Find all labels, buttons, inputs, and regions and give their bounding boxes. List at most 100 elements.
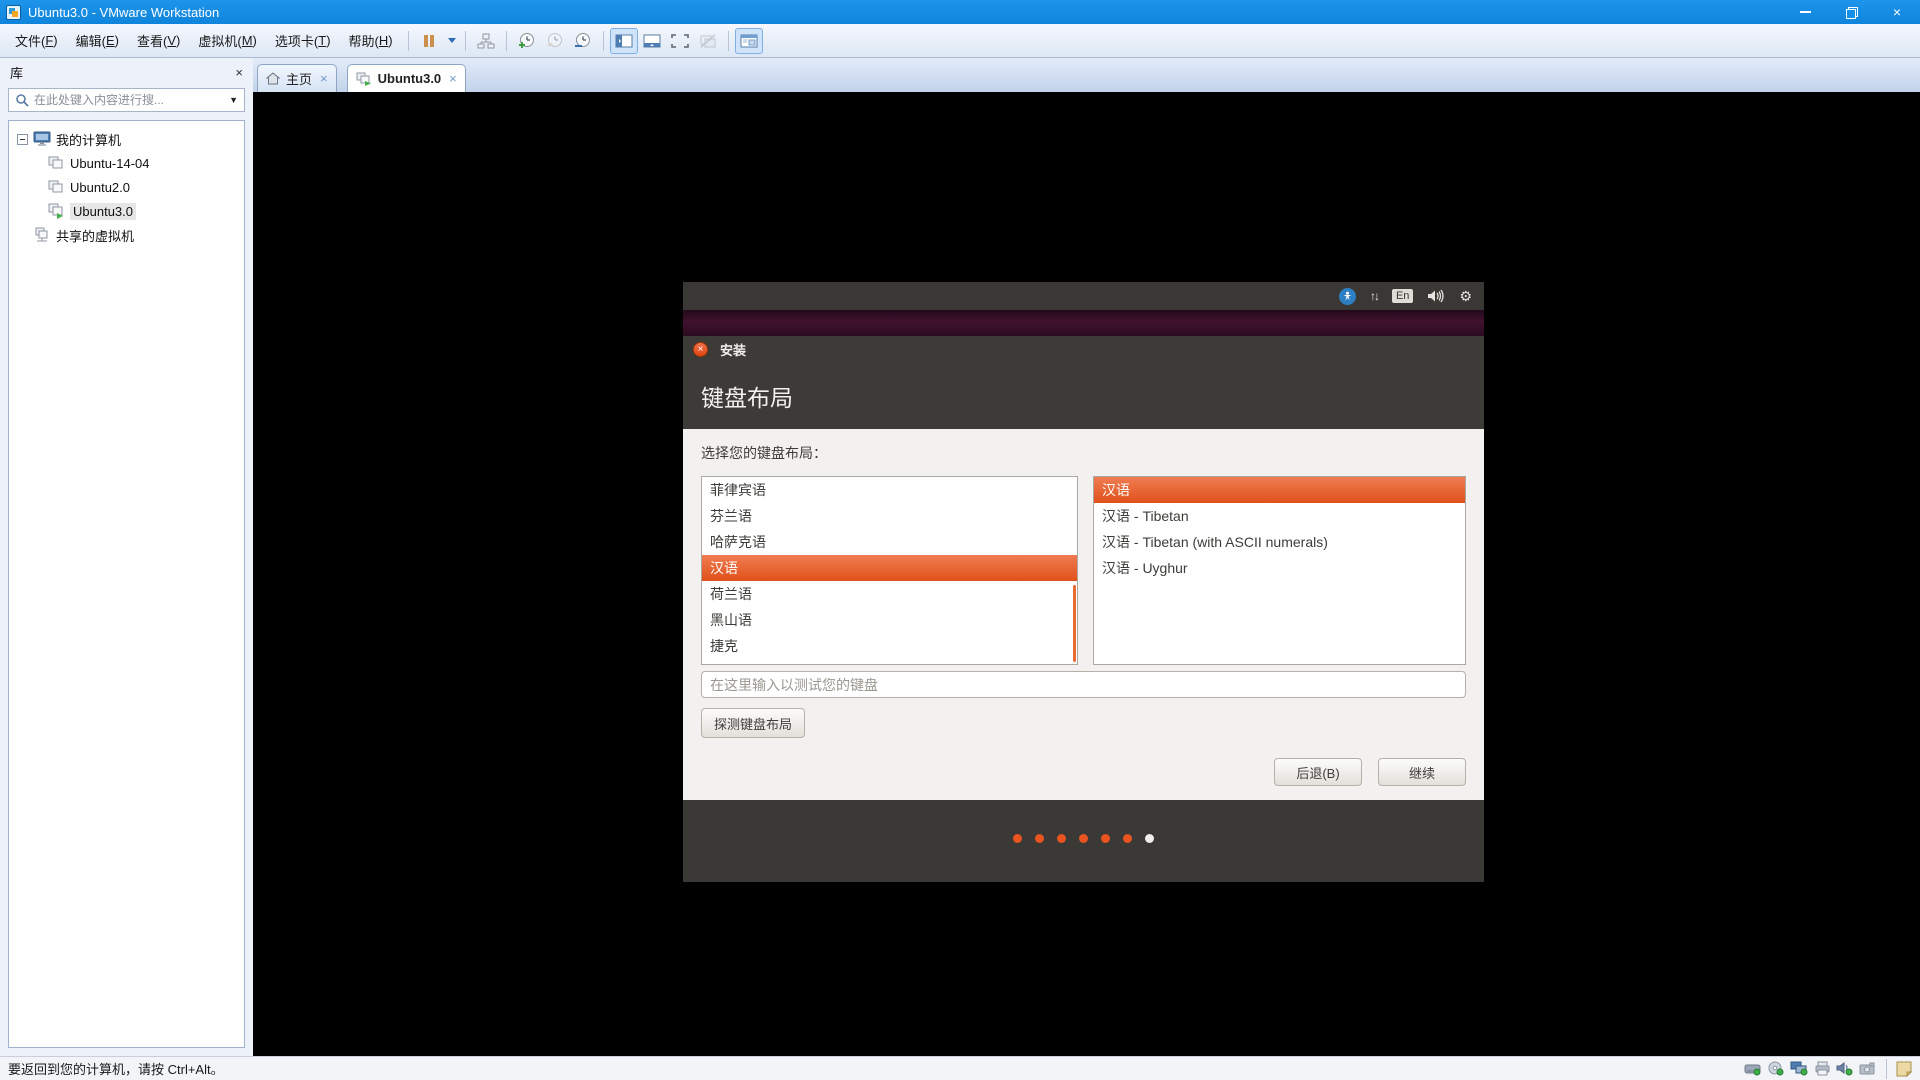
variant-list-item[interactable]: 汉语 - Tibetan	[1094, 503, 1465, 529]
layout-list-item[interactable]: 汉语	[702, 555, 1077, 581]
tab-label: 主页	[286, 69, 312, 88]
tree-expander-icon[interactable]	[17, 134, 28, 145]
keyboard-test-input[interactable]	[701, 671, 1466, 698]
pause-vm-button[interactable]	[415, 28, 443, 54]
restore-button[interactable]	[1828, 0, 1874, 24]
layout-list-item[interactable]: 菲律宾语	[702, 477, 1077, 503]
menu-file[interactable]: 文件(F)	[6, 29, 67, 53]
vm-icon	[47, 179, 65, 195]
search-dropdown-icon[interactable]: ▼	[229, 95, 238, 105]
layout-list-item[interactable]: 哈萨克语	[702, 529, 1077, 555]
layout-list-item[interactable]: 荷兰语	[702, 581, 1077, 607]
accessibility-indicator-icon[interactable]	[1339, 288, 1356, 305]
variant-label: 汉语 - Uyghur	[1102, 560, 1188, 576]
printer-icon[interactable]	[1814, 1061, 1831, 1076]
installer-close-icon[interactable]: ×	[693, 342, 708, 357]
revert-clock-icon	[545, 32, 565, 50]
tab-close-icon[interactable]: ×	[449, 71, 457, 86]
tree-item[interactable]: Ubuntu-14-04	[9, 151, 244, 175]
sound-device-icon[interactable]	[1836, 1061, 1854, 1076]
network-adapter-icon[interactable]	[1790, 1061, 1809, 1076]
progress-dot	[1013, 834, 1022, 843]
continue-button[interactable]: 继续	[1378, 758, 1466, 786]
tab-bar: 主页 × Ubuntu3.0 ×	[253, 58, 1920, 92]
volume-indicator-icon[interactable]	[1427, 289, 1445, 303]
menu-help[interactable]: 帮助(H)	[340, 29, 402, 53]
variant-label: 汉语	[1102, 482, 1130, 498]
tree-item[interactable]: 我的计算机	[9, 127, 244, 151]
chevron-down-icon	[448, 38, 456, 43]
progress-dot	[1035, 834, 1044, 843]
layout-label: 芬兰语	[710, 508, 752, 524]
hard-disk-icon[interactable]	[1744, 1061, 1762, 1076]
detect-keyboard-button[interactable]: 探测键盘布局	[701, 708, 805, 738]
usb-camera-icon[interactable]	[1859, 1061, 1877, 1076]
menu-vm[interactable]: 虚拟机(M)	[189, 29, 266, 53]
tree-item[interactable]: 共享的虚拟机	[9, 223, 244, 247]
toggle-library-button[interactable]	[610, 28, 638, 54]
message-note-icon[interactable]	[1896, 1061, 1912, 1077]
window-title: Ubuntu3.0 - VMware Workstation	[28, 5, 219, 20]
close-button[interactable]: ×	[1874, 0, 1920, 24]
take-snapshot-button[interactable]	[513, 28, 541, 54]
layout-label: 黑山语	[710, 612, 752, 628]
toolbar-separator	[603, 31, 604, 51]
keyboard-layout-indicator[interactable]: En	[1392, 289, 1413, 303]
send-ctrl-alt-del-button[interactable]	[472, 28, 500, 54]
fullscreen-button[interactable]	[666, 28, 694, 54]
layout-label: 荷兰语	[710, 586, 752, 602]
vm-running-icon	[47, 203, 65, 219]
console-view-button[interactable]	[735, 28, 763, 54]
tree-item-label: Ubuntu3.0	[70, 203, 136, 220]
unity-mode-button[interactable]	[694, 28, 722, 54]
variant-list-item[interactable]: 汉语 - Tibetan (with ASCII numerals)	[1094, 529, 1465, 555]
guest-screen[interactable]: ↑↓ En ⚙	[683, 282, 1484, 882]
installer-titlebar[interactable]: × 安装	[683, 336, 1484, 362]
tree-item-label: Ubuntu2.0	[70, 180, 130, 195]
tab-home[interactable]: 主页 ×	[257, 64, 337, 92]
variant-list-item[interactable]: 汉语 - Uyghur	[1094, 555, 1465, 581]
installer-body: 选择您的键盘布局： 菲律宾语	[683, 429, 1484, 800]
layout-list-item[interactable]: 芬兰语	[702, 503, 1077, 529]
toggle-thumbnail-bar-button[interactable]	[638, 28, 666, 54]
vm-icon	[47, 155, 65, 171]
tray-separator	[1886, 1059, 1887, 1079]
menu-toolbar: 文件(F) 编辑(E) 查看(V) 虚拟机(M) 选项卡(T) 帮助(H)	[0, 24, 1920, 58]
layout-list[interactable]: 菲律宾语 芬兰语 哈萨克语	[701, 476, 1078, 665]
toolbar-separator	[506, 31, 507, 51]
snapshot-manager-icon	[573, 32, 593, 50]
library-close-icon[interactable]: ×	[235, 65, 243, 80]
tree-item[interactable]: Ubuntu2.0	[9, 175, 244, 199]
vmware-app-icon	[6, 5, 21, 20]
tree-item[interactable]: Ubuntu3.0	[9, 199, 244, 223]
vm-console-area[interactable]: ↑↓ En ⚙	[253, 92, 1920, 1056]
layout-list-item[interactable]: 黑山语	[702, 607, 1077, 633]
devices-tree-icon	[477, 33, 495, 49]
layout-list-item[interactable]: 捷克	[702, 633, 1077, 659]
pause-icon	[422, 34, 436, 48]
menu-edit[interactable]: 编辑(E)	[67, 29, 128, 53]
tab-close-icon[interactable]: ×	[320, 71, 328, 86]
scrollbar-thumb[interactable]	[1073, 585, 1076, 662]
device-tray	[1744, 1059, 1912, 1079]
library-search-box[interactable]: ▼	[8, 88, 245, 112]
minimize-button[interactable]	[1782, 0, 1828, 24]
variant-list-item[interactable]: 汉语	[1094, 477, 1465, 503]
variant-list[interactable]: 汉语 汉语 - Tibetan 汉语 - Tibetan (with	[1093, 476, 1466, 665]
progress-dots	[1013, 834, 1154, 843]
search-input[interactable]	[34, 93, 225, 107]
power-options-dropdown[interactable]	[443, 28, 459, 54]
revert-snapshot-button[interactable]	[541, 28, 569, 54]
network-indicator-icon[interactable]: ↑↓	[1370, 289, 1378, 303]
library-sidebar: 库 × ▼	[0, 58, 253, 1056]
library-title: 库	[10, 63, 23, 82]
session-gear-icon[interactable]: ⚙	[1459, 288, 1472, 305]
tab-ubuntu3[interactable]: Ubuntu3.0 ×	[347, 64, 466, 92]
installer-window: × 安装 键盘布局 选择您的键盘布局：	[683, 336, 1484, 882]
back-button[interactable]: 后退(B)	[1274, 758, 1362, 786]
cd-dvd-icon[interactable]	[1767, 1061, 1785, 1076]
menu-view[interactable]: 查看(V)	[128, 29, 189, 53]
toolbar-separator	[465, 31, 466, 51]
menu-tabs[interactable]: 选项卡(T)	[266, 29, 340, 53]
snapshot-manager-button[interactable]	[569, 28, 597, 54]
